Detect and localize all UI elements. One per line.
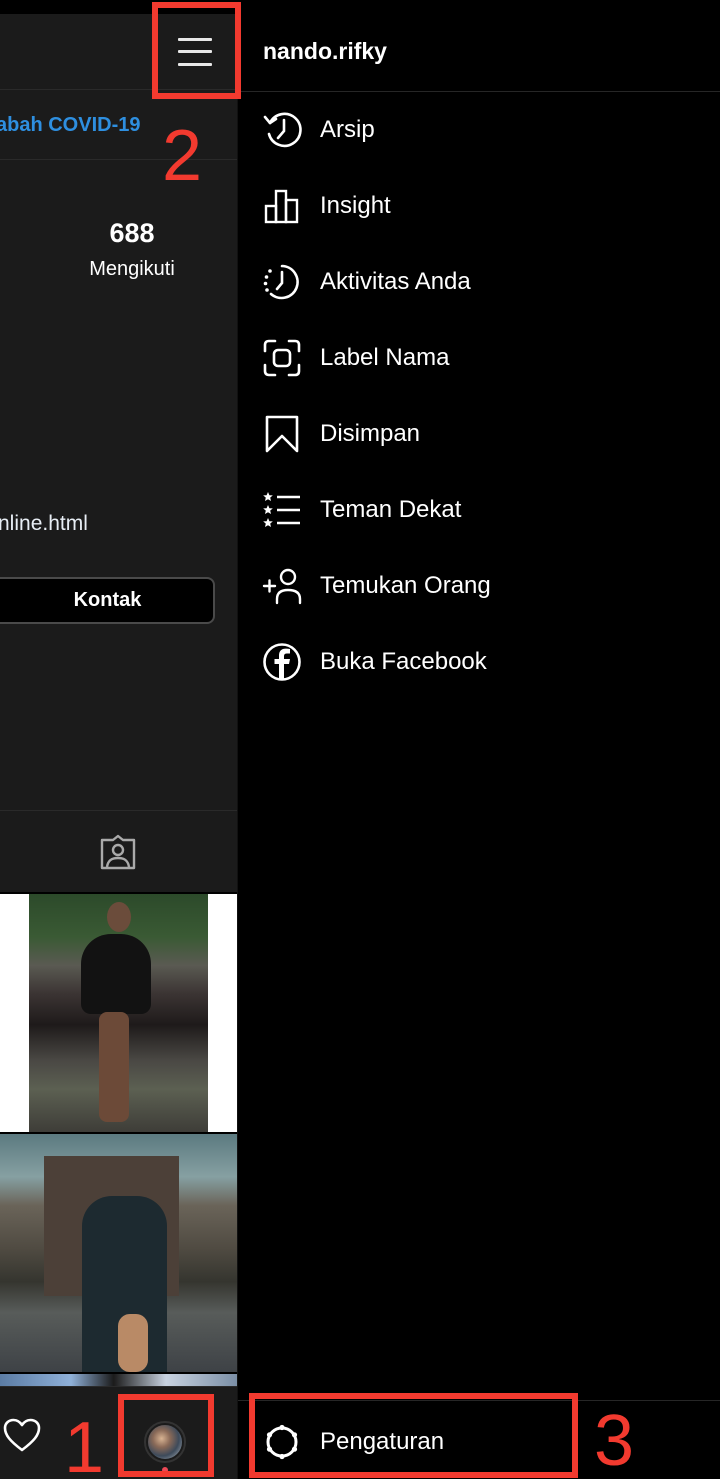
menu-item-label: Insight xyxy=(320,192,391,219)
menu-item-label: Label Nama xyxy=(320,344,450,371)
menu-item-label: Temukan Orang xyxy=(320,572,491,599)
photo-thumbnail[interactable] xyxy=(0,1134,237,1372)
bottom-navigation xyxy=(0,1386,238,1479)
menu-item-saved[interactable]: Disimpan xyxy=(238,396,720,472)
menu-item-discover-people[interactable]: Temukan Orang xyxy=(238,548,720,624)
close-friends-list-icon xyxy=(263,492,300,527)
drawer-username: nando.rifky xyxy=(263,38,387,64)
menu-item-label: Disimpan xyxy=(320,420,421,447)
nametag-scan-icon xyxy=(263,339,301,377)
status-bar xyxy=(0,0,720,14)
bio-link[interactable]: nline.html xyxy=(0,512,88,536)
drawer-menu: Arsip Insight Aktivitas Anda Label Nama … xyxy=(238,92,720,700)
notification-dot xyxy=(162,1467,168,1473)
activity-clock-icon xyxy=(263,264,299,300)
insights-bar-chart-icon xyxy=(264,189,299,224)
stat-number[interactable]: - xyxy=(0,220,1,251)
menu-item-your-activity[interactable]: Aktivitas Anda xyxy=(238,244,720,320)
menu-item-label: Aktivitas Anda xyxy=(320,268,471,295)
add-person-icon xyxy=(262,568,302,605)
menu-item-settings[interactable]: Pengaturan xyxy=(238,1402,720,1479)
divider xyxy=(0,159,238,160)
divider xyxy=(0,810,238,811)
hamburger-menu-icon[interactable] xyxy=(178,38,212,66)
divider xyxy=(238,1400,720,1401)
following-count[interactable]: 688 xyxy=(84,218,180,249)
settings-gear-icon xyxy=(266,1424,298,1460)
bookmark-icon xyxy=(265,415,299,453)
facebook-icon xyxy=(263,643,301,681)
photo-thumbnail[interactable] xyxy=(0,894,237,1132)
menu-item-nametag[interactable]: Label Nama xyxy=(238,320,720,396)
covid-info-link[interactable]: abah COVID-19 xyxy=(0,114,140,137)
profile-header xyxy=(0,14,238,90)
contact-button[interactable]: Kontak xyxy=(0,577,215,624)
menu-item-archive[interactable]: Arsip xyxy=(238,92,720,168)
profile-avatar[interactable] xyxy=(144,1421,186,1463)
menu-item-close-friends[interactable]: Teman Dekat xyxy=(238,472,720,548)
heart-icon[interactable] xyxy=(2,1417,42,1453)
photo-grid xyxy=(0,892,238,1414)
menu-item-label: Buka Facebook xyxy=(320,648,487,675)
archive-history-icon xyxy=(263,112,302,148)
contact-button-label: Kontak xyxy=(73,589,142,611)
profile-panel: abah COVID-19 - t 688 Mengikuti nline.ht… xyxy=(0,14,238,1479)
menu-item-label: Arsip xyxy=(320,116,375,143)
menu-item-open-facebook[interactable]: Buka Facebook xyxy=(238,624,720,700)
tagged-photos-icon[interactable] xyxy=(98,832,138,872)
following-label[interactable]: Mengikuti xyxy=(78,258,186,281)
menu-item-insight[interactable]: Insight xyxy=(238,168,720,244)
settings-label: Pengaturan xyxy=(320,1428,445,1455)
side-drawer: nando.rifky Arsip Insight Aktivitas Anda… xyxy=(238,14,720,1479)
menu-item-label: Teman Dekat xyxy=(320,496,462,523)
